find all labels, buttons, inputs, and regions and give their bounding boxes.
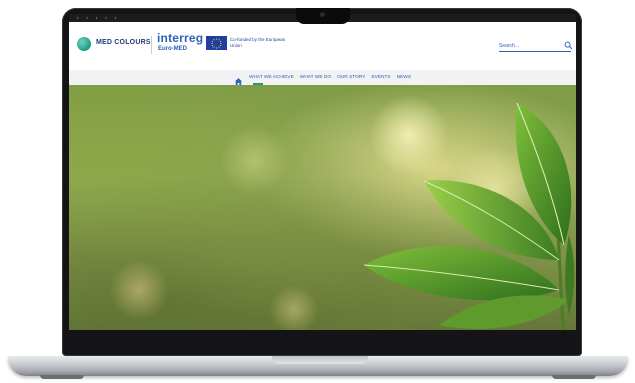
eu-cofunded-text: Co-funded by the European Union	[230, 37, 286, 48]
camera-icon	[320, 12, 325, 17]
interreg-logo[interactable]: interreg	[157, 32, 203, 44]
hero-image	[69, 85, 576, 344]
search-box[interactable]	[499, 40, 573, 52]
home-icon[interactable]	[234, 73, 243, 86]
browser-screen: • • • • • MED COLOURS interreg Euro-MED	[69, 14, 576, 344]
menubar-item[interactable]: •	[115, 14, 116, 22]
interreg-sub: Euro-MED	[158, 46, 187, 52]
menubar-item[interactable]: •	[96, 14, 97, 22]
menubar-item[interactable]: •	[105, 14, 106, 22]
search-input[interactable]	[499, 40, 557, 51]
nav-item-events[interactable]: EVENTS	[371, 75, 390, 80]
laptop-foot-right	[552, 375, 596, 379]
brand-name[interactable]: MED COLOURS	[96, 39, 151, 46]
site-header: MED COLOURS interreg Euro-MED Co-funded …	[69, 22, 576, 70]
menubar-item[interactable]: •	[77, 14, 78, 22]
screen-bezel-bottom	[69, 330, 576, 344]
search-icon[interactable]	[564, 41, 573, 50]
laptop-foot-left	[40, 375, 84, 379]
laptop-opening-groove	[272, 356, 368, 364]
menubar-item[interactable]: •	[86, 14, 87, 22]
nav-item-news[interactable]: NEWS	[397, 75, 411, 80]
laptop-mockup: • • • • • MED COLOURS interreg Euro-MED	[0, 0, 635, 383]
eu-flag-icon	[206, 36, 227, 50]
nav-item-what-we-do[interactable]: WHAT WE DO	[300, 75, 331, 80]
med-colours-logo-icon[interactable]	[77, 37, 91, 51]
header-divider	[151, 36, 152, 54]
main-nav: WHAT WE ACHIEVE WHAT WE DO OUR STORY EVE…	[69, 70, 576, 86]
plant-leaves-illustration	[359, 102, 576, 344]
nav-item-what-we-achieve[interactable]: WHAT WE ACHIEVE	[249, 75, 294, 80]
nav-item-our-story[interactable]: OUR STORY	[337, 75, 365, 80]
